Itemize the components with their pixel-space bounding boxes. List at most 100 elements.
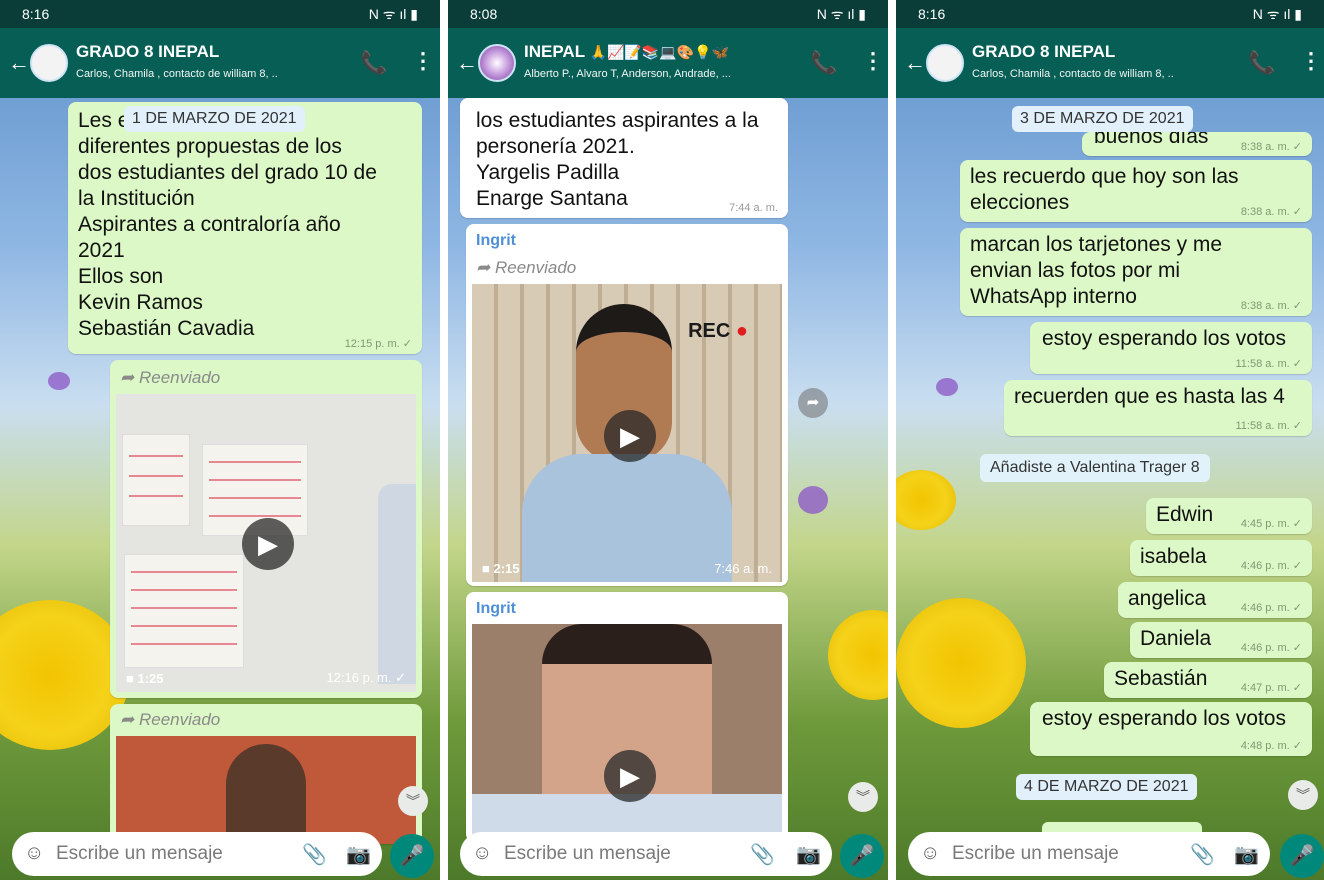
forward-share-button[interactable]: ➦ [798, 388, 828, 418]
microphone-icon[interactable]: 🎤 [840, 834, 884, 878]
message-placeholder: Escribe un mensaje [952, 843, 1119, 864]
play-icon[interactable]: ▶ [604, 750, 656, 802]
message-bubble[interactable]: los estudiantes aspirantes a la personer… [460, 98, 788, 218]
paperclip-icon[interactable]: 📎 [1190, 842, 1215, 867]
message-time: 8:38 a. m. ✓ [1240, 300, 1302, 312]
camera-icon[interactable]: 📷 [1234, 842, 1259, 867]
play-icon[interactable]: ▶ [242, 518, 294, 570]
emoji-icon[interactable]: ☺ [24, 842, 44, 865]
back-arrow-icon[interactable]: ← [904, 50, 926, 76]
chat-participants[interactable]: Carlos, Chamila , contacto de william 8,… [972, 68, 1174, 80]
group-avatar[interactable] [30, 44, 68, 82]
microphone-icon[interactable]: 🎤 [1280, 834, 1324, 878]
message-bubble[interactable]: angelica 4:46 p. m. ✓ [1118, 582, 1312, 618]
message-text: estoy esperando los votos [1042, 707, 1286, 730]
forward-arrow-icon: ➦ [120, 368, 139, 387]
chat-participants[interactable]: Alberto P., Alvaro T, Anderson, Andrade,… [524, 68, 731, 80]
video-thumbnail[interactable]: ▶ ■ 1:25 12:16 p. m. ✓ [116, 394, 416, 692]
title-emoji: 🙏📈📝📚💻🎨💡🦋 [589, 44, 729, 60]
message-bubble[interactable]: isabela 4:46 p. m. ✓ [1130, 540, 1312, 576]
message-input[interactable]: ☺ Escribe un mensaje 📎 📷 [908, 832, 1270, 876]
sender-name: Ingrit [476, 232, 516, 249]
chat-title[interactable]: GRADO 8 INEPAL [76, 42, 219, 62]
video-message[interactable]: Ingrit ➦ Reenviado REC ● ▶ ■ 2:15 7:46 a… [466, 224, 788, 586]
add-call-icon[interactable]: 📞 [810, 50, 837, 76]
message-placeholder: Escribe un mensaje [504, 843, 671, 864]
back-arrow-icon[interactable]: ← [456, 50, 478, 76]
microphone-icon[interactable]: 🎤 [390, 834, 434, 878]
scroll-down-button[interactable]: ︾ [398, 786, 428, 816]
chat-title[interactable]: INEPAL 🙏📈📝📚💻🎨💡🦋 [524, 42, 729, 62]
more-vertical-icon[interactable]: ⋮ [412, 48, 434, 74]
message-text: angelica [1128, 587, 1207, 610]
message-time: 7:44 a. m. [729, 202, 778, 214]
message-text: Edwin [1156, 503, 1214, 526]
video-thumbnail[interactable]: REC ● ▶ ■ 2:15 7:46 a. m. [472, 284, 782, 582]
group-avatar[interactable] [926, 44, 964, 82]
phone-panel-2: 8:08 N ᯤ ıl ▮ ← INEPAL 🙏📈📝📚💻🎨💡🦋 Alberto … [448, 0, 888, 880]
status-time: 8:16 [918, 6, 946, 22]
paperclip-icon[interactable]: 📎 [750, 842, 775, 867]
scroll-down-button[interactable]: ︾ [1288, 780, 1318, 810]
video-message[interactable]: Ingrit ▶ [466, 592, 788, 842]
video-thumbnail[interactable] [116, 736, 416, 844]
video-time: 12:16 p. m. ✓ [326, 670, 406, 685]
date-chip: 4 DE MARZO DE 2021 [1016, 774, 1197, 800]
scroll-down-button[interactable]: ︾ [848, 782, 878, 812]
more-vertical-icon[interactable]: ⋮ [862, 48, 884, 74]
chat-participants[interactable]: Carlos, Chamila , contacto de william 8,… [76, 68, 278, 80]
message-bubble[interactable]: buenos días 8:38 a. m. ✓ [1082, 132, 1312, 156]
status-icons: N ᯤ ıl ▮ [816, 5, 866, 22]
message-text: Daniela [1140, 627, 1212, 650]
forwarded-label: ➦ Reenviado [120, 710, 221, 729]
emoji-icon[interactable]: ☺ [472, 842, 492, 865]
camera-icon[interactable]: 📷 [796, 842, 821, 867]
message-time: 4:47 p. m. ✓ [1240, 682, 1302, 694]
message-bubble[interactable]: estoy esperando los votos 11:58 a. m. ✓ [1030, 322, 1312, 374]
paperclip-icon[interactable]: 📎 [302, 842, 327, 867]
forwarded-video-message[interactable]: ➦ Reenviado ▶ ■ 1:25 12:16 p. m. ✓ [110, 360, 422, 698]
add-call-icon[interactable]: 📞 [1248, 50, 1275, 76]
system-message: Añadiste a Valentina Trager 8 [980, 454, 1210, 482]
message-input[interactable]: ☺ Escribe un mensaje 📎 📷 [460, 832, 832, 876]
video-duration: ■ 1:25 [126, 671, 164, 686]
message-text: Sebastián [1114, 667, 1208, 690]
wallpaper-petal [936, 378, 958, 396]
message-input[interactable]: ☺ Escribe un mensaje 📎 📷 [12, 832, 382, 876]
message-time: 8:38 a. m. ✓ [1240, 141, 1302, 153]
sender-name: Ingrit [476, 600, 516, 617]
message-text: los estudiantes aspirantes a la personer… [476, 109, 759, 210]
camera-icon[interactable]: 📷 [346, 842, 371, 867]
video-thumbnail[interactable]: ▶ [472, 624, 782, 842]
forward-arrow-icon: ➦ [476, 258, 495, 277]
person-figure [378, 484, 416, 684]
group-avatar[interactable] [478, 44, 516, 82]
message-text: recuerden que es hasta las 4 [1014, 385, 1285, 408]
phone-panel-3: 8:16 N ᯤ ıl ▮ ← GRADO 8 INEPAL Carlos, C… [896, 0, 1324, 880]
message-bubble[interactable]: Edwin 4:45 p. m. ✓ [1146, 498, 1312, 534]
more-vertical-icon[interactable]: ⋮ [1300, 48, 1322, 74]
message-bubble[interactable]: recuerden que es hasta las 4 11:58 a. m.… [1004, 380, 1312, 436]
message-bubble[interactable]: Daniela 4:46 p. m. ✓ [1130, 622, 1312, 658]
status-icons: N ᯤ ıl ▮ [368, 5, 418, 22]
message-bubble[interactable]: les recuerdo que hoy son las elecciones … [960, 160, 1312, 222]
message-bubble[interactable]: estoy esperando los votos 4:48 p. m. ✓ [1030, 702, 1312, 756]
add-call-icon[interactable]: 📞 [360, 50, 387, 76]
message-time: 4:46 p. m. ✓ [1240, 642, 1302, 654]
forwarded-video-message[interactable]: ➦ Reenviado [110, 704, 422, 844]
forward-arrow-icon: ➦ [120, 710, 139, 729]
back-arrow-icon[interactable]: ← [8, 50, 30, 76]
phone-panel-1: 8:16 N ᯤ ıl ▮ ← GRADO 8 INEPAL Carlos, C… [0, 0, 440, 880]
wallpaper-flower [896, 598, 1026, 728]
person-shirt [522, 454, 732, 582]
video-time: 7:46 a. m. [714, 561, 772, 576]
message-bubble[interactable]: Les e n las diferentes propuestas de los… [68, 102, 422, 354]
message-placeholder: Escribe un mensaje [56, 843, 223, 864]
chat-header: ← GRADO 8 INEPAL Carlos, Chamila , conta… [0, 28, 440, 98]
play-icon[interactable]: ▶ [604, 410, 656, 462]
message-bubble[interactable]: marcan los tarjetones y me envian las fo… [960, 228, 1312, 316]
chat-title[interactable]: GRADO 8 INEPAL [972, 42, 1115, 62]
message-bubble[interactable]: Sebastián 4:47 p. m. ✓ [1104, 662, 1312, 698]
status-icons: N ᯤ ıl ▮ [1252, 5, 1302, 22]
emoji-icon[interactable]: ☺ [920, 842, 940, 865]
